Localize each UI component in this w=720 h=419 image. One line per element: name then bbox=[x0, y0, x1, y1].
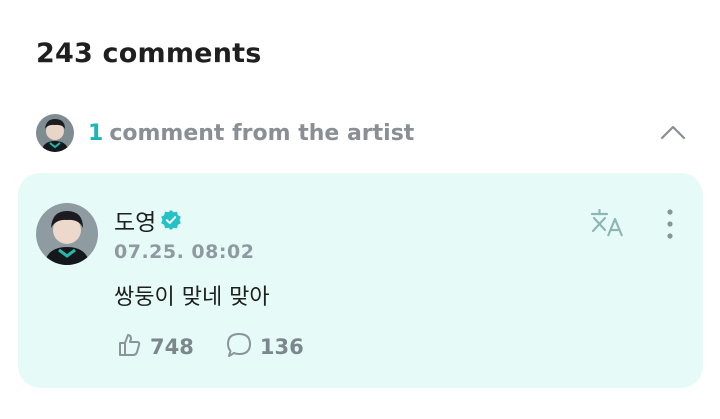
author-avatar[interactable] bbox=[36, 203, 98, 265]
chevron-up-icon[interactable] bbox=[658, 118, 688, 148]
artist-comments-toggle[interactable]: 1 comment from the artist bbox=[36, 112, 692, 154]
comment-actions: 748 136 bbox=[114, 330, 304, 364]
comments-count-title: 243 comments bbox=[36, 38, 262, 69]
reply-count: 136 bbox=[259, 335, 304, 359]
reply-icon bbox=[224, 330, 254, 364]
like-count: 748 bbox=[150, 335, 194, 359]
author-name[interactable]: 도영 bbox=[114, 203, 156, 237]
comment-timestamp: 07.25. 08:02 bbox=[114, 241, 255, 263]
artist-avatar-small bbox=[36, 114, 74, 152]
comment-text: 쌍둥이 맞네 맞아 bbox=[114, 285, 270, 310]
like-icon bbox=[114, 330, 144, 364]
like-button[interactable]: 748 bbox=[114, 330, 194, 364]
artist-comments-label: 1 comment from the artist bbox=[88, 121, 414, 146]
artist-comment-text: comment from the artist bbox=[109, 120, 415, 146]
more-vertical-icon[interactable] bbox=[660, 207, 680, 241]
artist-comment-card: 도영 07.25. 08:02 쌍둥이 맞네 맞아 748 136 bbox=[18, 173, 703, 388]
artist-comment-count: 1 bbox=[88, 120, 104, 146]
reply-button[interactable]: 136 bbox=[224, 330, 304, 364]
verified-badge-icon bbox=[160, 209, 182, 231]
author-name-row: 도영 bbox=[114, 203, 182, 237]
comments-section: 243 comments 1 comment from the artist 도… bbox=[0, 0, 720, 419]
translate-icon[interactable] bbox=[590, 208, 626, 237]
